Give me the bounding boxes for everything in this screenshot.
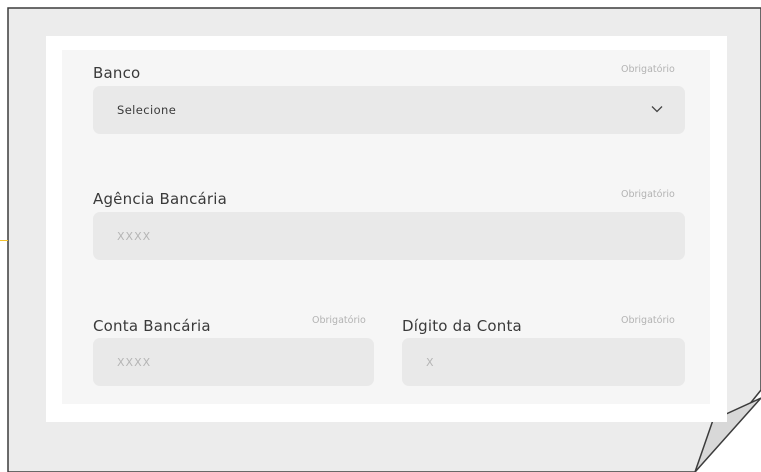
digit-input-placeholder: X (426, 355, 435, 369)
bank-select[interactable]: Selecione (93, 86, 685, 134)
agency-input-placeholder: XXXX (117, 229, 152, 243)
digit-required-hint: Obrigatório (621, 315, 675, 326)
account-input[interactable]: XXXX (93, 338, 374, 386)
bank-label: Banco (93, 64, 141, 82)
digit-label: Dígito da Conta (402, 317, 522, 335)
bank-select-value: Selecione (117, 103, 177, 117)
bank-required-hint: Obrigatório (621, 64, 675, 75)
account-label: Conta Bancária (93, 317, 211, 335)
account-required-hint: Obrigatório (312, 315, 366, 326)
accent-line (0, 240, 8, 241)
agency-input[interactable]: XXXX (93, 212, 685, 260)
agency-required-hint: Obrigatório (621, 189, 675, 200)
agency-label: Agência Bancária (93, 190, 228, 208)
account-input-placeholder: XXXX (117, 355, 152, 369)
chevron-down-icon (651, 106, 663, 113)
bank-details-form: Banco Obrigatório Selecione Agência Banc… (62, 50, 710, 404)
digit-input[interactable]: X (402, 338, 685, 386)
